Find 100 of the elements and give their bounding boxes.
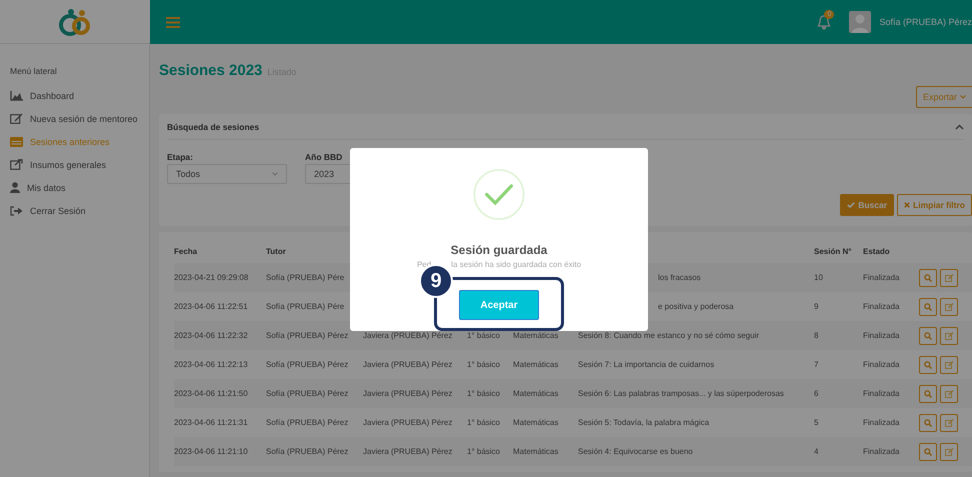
- sign-out-icon: [10, 206, 23, 216]
- dialog-title: Sesión guardada: [450, 243, 548, 257]
- table-cell: Finalizada: [863, 302, 900, 311]
- table-cell: 2023-04-06 11:21:31: [174, 418, 248, 427]
- table-cell: 8: [814, 331, 818, 340]
- table-cell: Javiera (PRUEBA) Pérez: [363, 389, 452, 398]
- dialog-message: la sesión ha sido guardada con éxito: [451, 260, 582, 269]
- column-header: Sesión N°: [814, 246, 852, 256]
- view-button[interactable]: [919, 356, 937, 374]
- table-cell: Finalizada: [863, 273, 900, 282]
- sidebar-item[interactable]: Insumos generales: [0, 153, 149, 176]
- search-icon: [924, 418, 932, 426]
- table-cell: Javiera (PRUEBA) Pérez: [363, 418, 452, 427]
- edit-button[interactable]: [940, 384, 958, 402]
- table-cell: Javiera (PRUEBA) Pérez: [363, 331, 452, 340]
- table-cell: 2023-04-06 11:22:51: [174, 302, 248, 311]
- chevron-up-icon[interactable]: [955, 124, 964, 130]
- view-button[interactable]: [919, 442, 937, 460]
- view-button[interactable]: [919, 414, 937, 432]
- table-cell: Javiera (PRUEBA) Pérez: [363, 360, 452, 369]
- table-cell: 2023-04-06 11:21:10: [174, 447, 248, 456]
- table-cell: 2023-04-21 09:29:08: [174, 273, 248, 282]
- user-icon: [10, 182, 20, 193]
- edit-button[interactable]: [940, 356, 958, 374]
- table-cell: Javiera (PRUEBA) Pérez: [363, 447, 452, 456]
- table-cell: 5: [814, 418, 818, 427]
- check-icon: [847, 202, 856, 208]
- view-button[interactable]: [919, 326, 937, 344]
- edit-button[interactable]: [940, 298, 958, 316]
- table-cell: Finalizada: [863, 418, 900, 427]
- view-button[interactable]: [919, 384, 937, 402]
- edit-button[interactable]: [940, 442, 958, 460]
- field-label: Año BBD: [305, 152, 344, 162]
- menu-icon[interactable]: [166, 16, 180, 28]
- table-cell: Sesión 5: Todavía, la palabra mágica: [578, 418, 710, 427]
- search-icon: [924, 360, 932, 368]
- table-cell: Finalizada: [863, 331, 900, 340]
- table-cell: Matemáticas: [513, 360, 558, 369]
- bell-icon[interactable]: [817, 14, 832, 30]
- sidebar-item[interactable]: Mis datos: [0, 176, 149, 199]
- edit-icon: [944, 448, 954, 456]
- table-cell: Sofía (PRUEBA) Pérez: [266, 447, 348, 456]
- view-button[interactable]: [919, 268, 937, 286]
- table-cell: 1° básico: [467, 418, 500, 427]
- edit-icon: [944, 390, 954, 398]
- table-cell: e positiva y poderosa: [658, 302, 734, 311]
- table-cell: 1° básico: [467, 360, 500, 369]
- search-icon: [924, 274, 932, 282]
- column-header: Estado: [863, 246, 890, 256]
- table-cell: Sofía (PRUEBA) Pérez: [266, 389, 348, 398]
- edit-icon: [10, 113, 23, 124]
- view-button[interactable]: [919, 298, 937, 316]
- sidebar-item[interactable]: Dashboard: [0, 84, 149, 107]
- table-cell: 10: [814, 273, 823, 282]
- edit-icon: [944, 302, 954, 310]
- close-icon: [904, 202, 910, 208]
- search-icon: [924, 448, 932, 456]
- edit-icon: [944, 274, 954, 282]
- table-cell: Matemáticas: [513, 418, 558, 427]
- table-cell: Matemáticas: [513, 447, 558, 456]
- search-icon: [924, 332, 932, 340]
- select-field[interactable]: Todos: [167, 164, 287, 184]
- sidebar-item[interactable]: Nueva sesión de mentoreo: [0, 107, 149, 130]
- table-cell: Sofía (PRUEBA) Pére: [266, 302, 344, 311]
- table-cell: Matemáticas: [513, 331, 558, 340]
- table-cell: Sesión 7: La importancia de cuidarnos: [578, 360, 714, 369]
- column-header: Tutor: [266, 246, 286, 256]
- user-name[interactable]: Sofía (PRUEBA) Pérez: [879, 17, 972, 27]
- edit-button[interactable]: [940, 414, 958, 432]
- sidebar-heading: Menú lateral: [9, 66, 58, 78]
- sidebar-item[interactable]: Cerrar Sesión: [0, 199, 149, 222]
- edit-icon: [944, 332, 954, 340]
- checkmark-circle-icon: [471, 168, 527, 221]
- table-cell: Sesión 8: Cuando me estanco y no sé cómo seguir: [578, 331, 759, 340]
- table-cell: Sesión 6: Las palabras tramposas... y las súperpoderosas: [578, 389, 784, 398]
- edit-icon: [944, 418, 954, 426]
- edit-button[interactable]: [940, 326, 958, 344]
- table-cell: Finalizada: [863, 389, 900, 398]
- table-cell: Sofía (PRUEBA) Pérez: [266, 331, 348, 340]
- table-cell: 2023-04-06 11:21:50: [174, 389, 248, 398]
- table-cell: Sofía (PRUEBA) Pérez: [266, 360, 348, 369]
- edit-icon: [944, 360, 954, 368]
- external-link-icon: [10, 159, 23, 170]
- search-icon: [924, 390, 932, 398]
- table-cell: Finalizada: [863, 447, 900, 456]
- table-cell: Sofía (PRUEBA) Pére: [266, 273, 344, 282]
- table-cell: Matemáticas: [513, 389, 558, 398]
- table-cell: 1° básico: [467, 447, 500, 456]
- table-cell: 9: [814, 302, 818, 311]
- page-title: Sesiones 2023: [159, 62, 262, 79]
- table-cell: Sesión 4: Equivocarse es bueno: [578, 447, 693, 456]
- table-cell: Sofía (PRUEBA) Pérez: [266, 418, 348, 427]
- table-icon: [10, 136, 23, 146]
- table-cell: 1° básico: [467, 331, 500, 340]
- edit-button[interactable]: [940, 268, 958, 286]
- avatar-icon[interactable]: [849, 11, 872, 33]
- panel-title: Búsqueda de sesiones: [167, 122, 260, 132]
- caret-icon: [272, 172, 278, 176]
- table-cell: 4: [814, 447, 818, 456]
- table-cell: 2023-04-06 11:22:13: [174, 360, 248, 369]
